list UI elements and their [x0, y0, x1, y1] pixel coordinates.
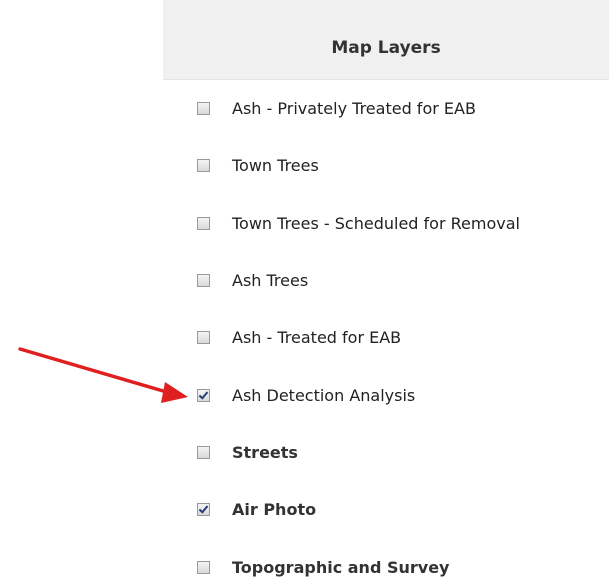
layer-label: Ash Trees [232, 271, 309, 291]
layer-checkbox[interactable] [197, 445, 210, 459]
layer-row-town-trees[interactable]: Town Trees [163, 137, 609, 194]
layer-row-town-trees-removal[interactable]: Town Trees - Scheduled for Removal [163, 195, 609, 252]
layer-checkbox[interactable] [197, 274, 210, 288]
layer-checkbox[interactable] [197, 388, 210, 402]
layer-row-ash-detection-analysis[interactable]: Ash Detection Analysis [163, 366, 609, 423]
layer-list: Ash - Privately Treated for EAB Town Tre… [163, 80, 609, 580]
arrow-shaft [18, 347, 172, 395]
panel-header: Map Layers [163, 0, 609, 80]
map-layers-panel: Map Layers Ash - Privately Treated for E… [163, 0, 609, 580]
layer-label: Air Photo [232, 500, 317, 520]
layer-label: Town Trees [232, 156, 319, 176]
layer-row-ash-trees[interactable]: Ash Trees [163, 252, 609, 309]
layer-row-topographic-survey[interactable]: Topographic and Survey [163, 538, 609, 580]
layer-label: Ash - Privately Treated for EAB [232, 99, 476, 119]
layer-checkbox[interactable] [197, 503, 210, 517]
layer-label: Streets [232, 442, 298, 462]
panel-title: Map Layers [331, 37, 441, 58]
layer-row-streets[interactable]: Streets [163, 424, 609, 481]
layer-label: Town Trees - Scheduled for Removal [232, 213, 520, 233]
layer-checkbox[interactable] [197, 216, 210, 230]
page: Map Layers Ash - Privately Treated for E… [0, 0, 609, 580]
layer-checkbox[interactable] [197, 159, 210, 173]
layer-label: Topographic and Survey [232, 557, 450, 577]
layer-label: Ash Detection Analysis [232, 385, 416, 405]
layer-label: Ash - Treated for EAB [232, 328, 402, 348]
layer-row-ash-treated[interactable]: Ash - Treated for EAB [163, 309, 609, 366]
layer-checkbox[interactable] [197, 102, 210, 116]
layer-row-air-photo[interactable]: Air Photo [163, 481, 609, 538]
layer-checkbox[interactable] [197, 331, 210, 345]
layer-row-ash-privately-treated[interactable]: Ash - Privately Treated for EAB [163, 80, 609, 137]
layer-checkbox[interactable] [197, 560, 210, 574]
